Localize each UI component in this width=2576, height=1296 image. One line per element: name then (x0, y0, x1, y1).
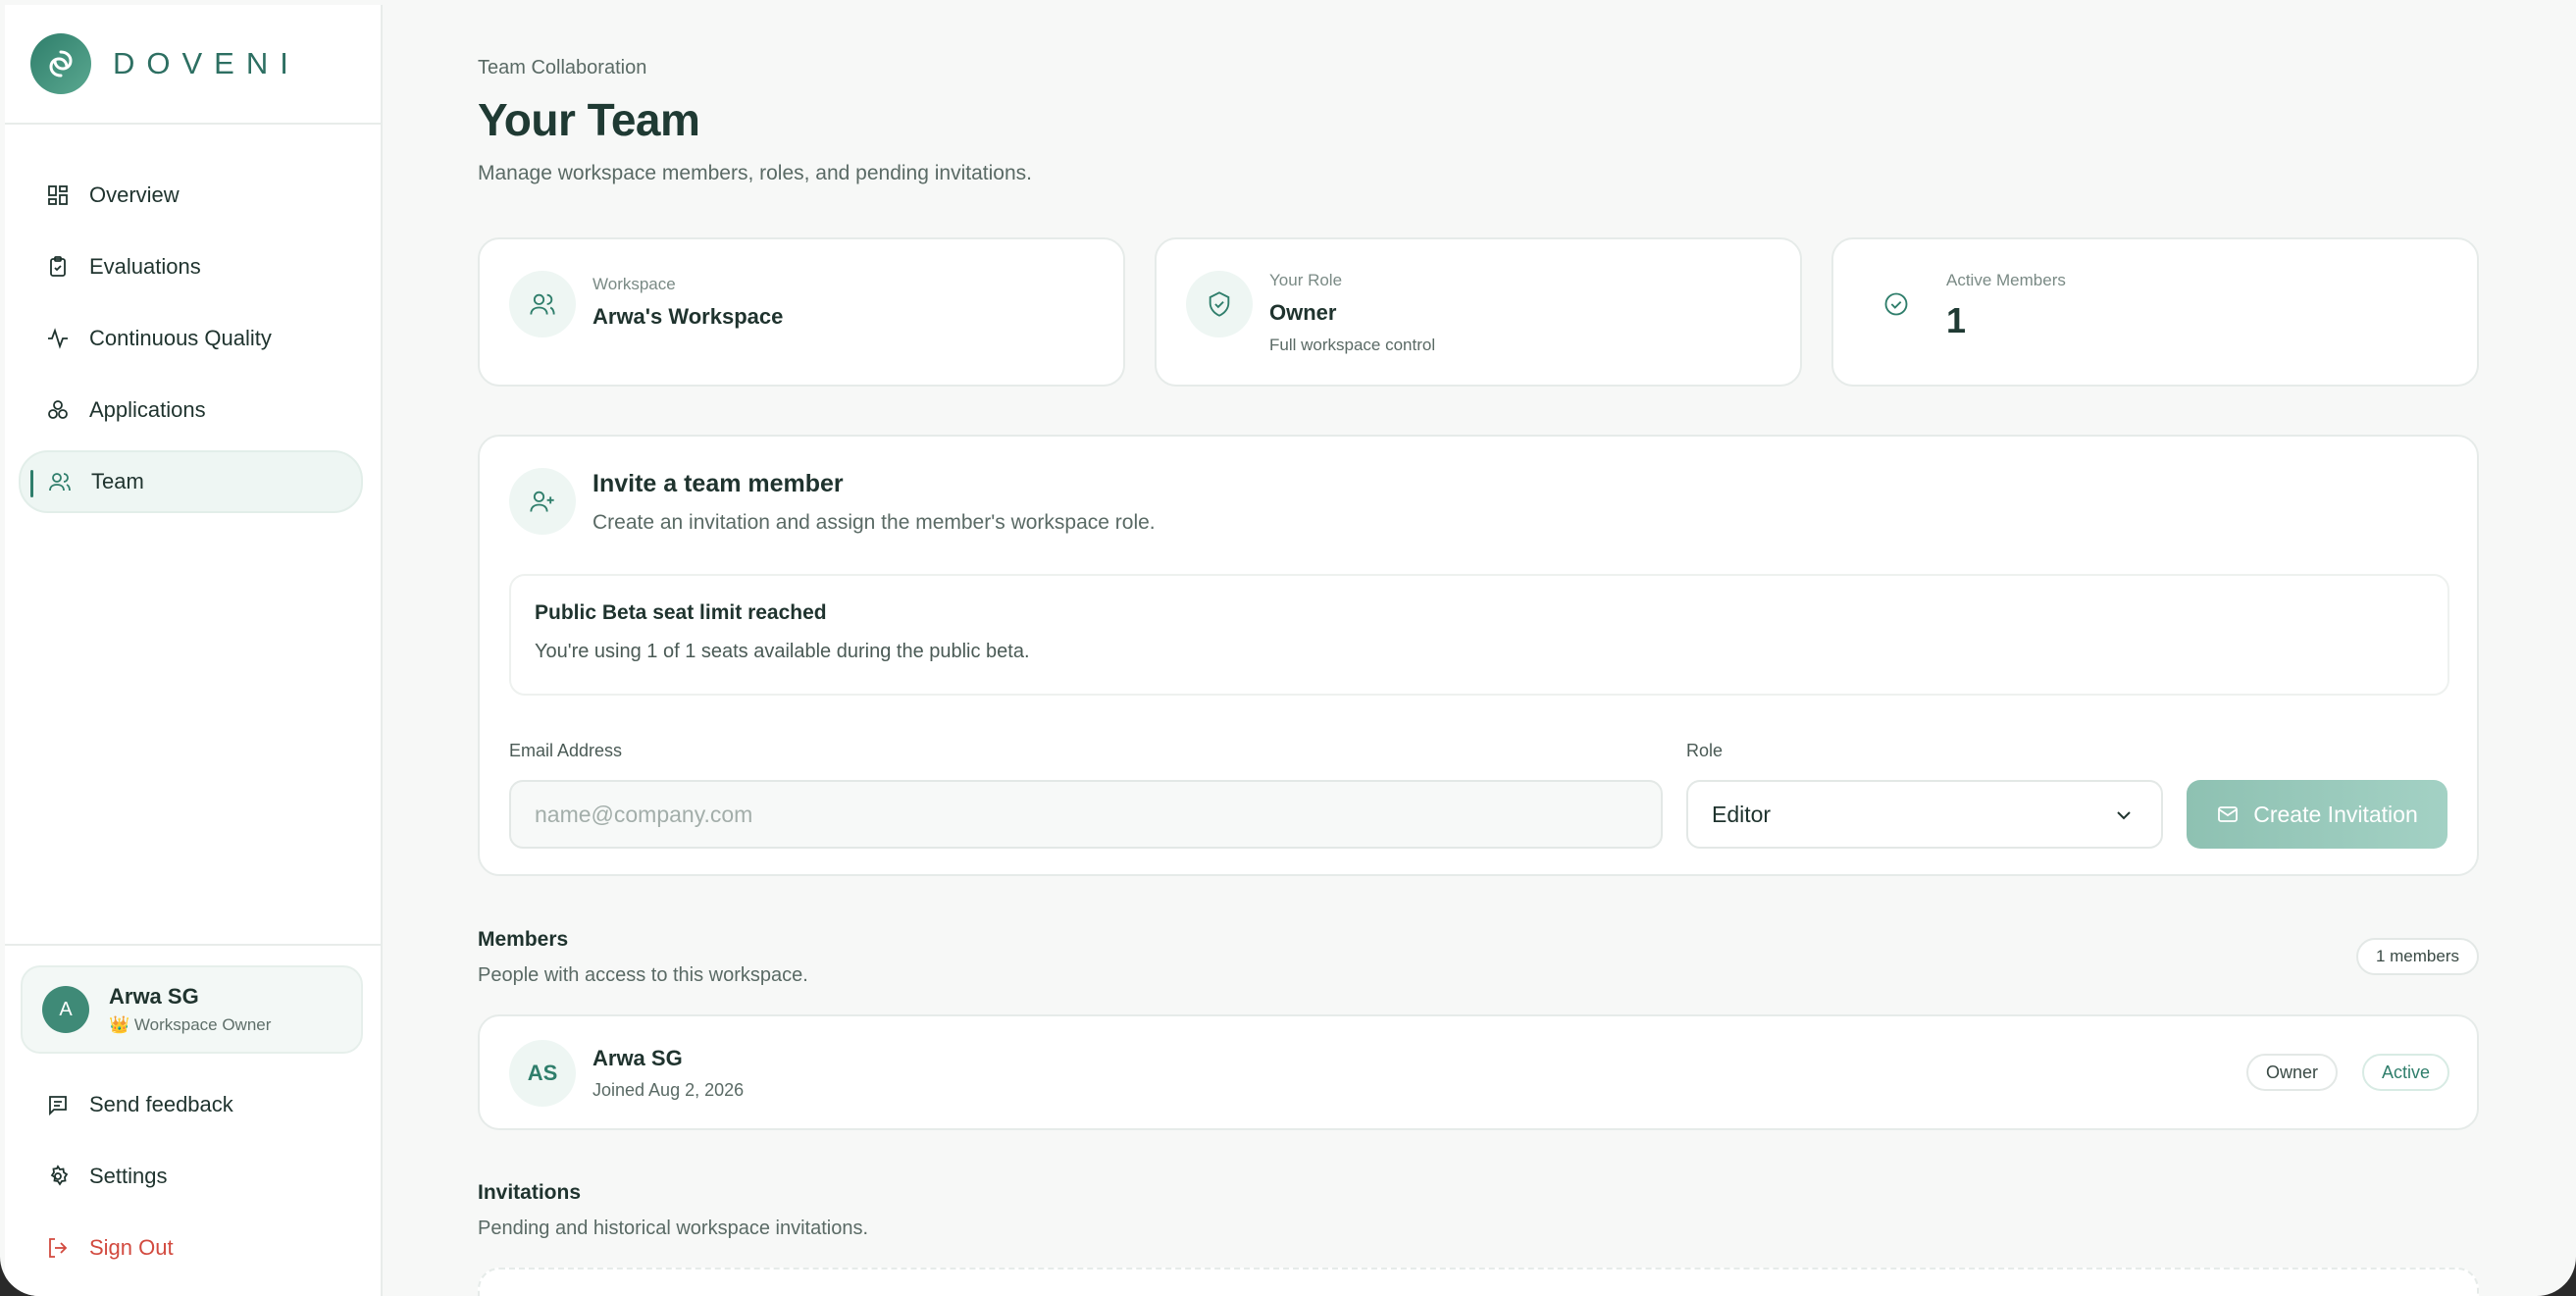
invitations-section-subtitle: Pending and historical workspace invitat… (478, 1218, 868, 1239)
role-select[interactable]: Editor (1686, 780, 2163, 849)
members-label: Active Members (1946, 271, 2066, 289)
members-section-title: Members (478, 928, 569, 951)
app-window: DOVENI Overview Evaluations Continuous Q… (0, 0, 2576, 1296)
workspace-label: Workspace (592, 275, 676, 293)
clipboard-check-icon (44, 253, 72, 281)
user-card[interactable]: A Arwa SG 👑 Workspace Owner (21, 965, 363, 1054)
settings-label: Settings (89, 1164, 168, 1188)
check-circle-icon (1863, 271, 1930, 337)
invite-subtitle: Create an invitation and assign the memb… (592, 511, 1156, 534)
page-subtitle: Manage workspace members, roles, and pen… (478, 162, 1032, 184)
email-field[interactable] (509, 780, 1663, 849)
invitations-card (478, 1268, 2479, 1296)
sidebar-item-evaluations[interactable]: Evaluations (19, 235, 363, 298)
member-name: Arwa SG (592, 1046, 683, 1070)
workspace-stat-card: Workspace Arwa's Workspace (478, 237, 1125, 387)
mail-icon (2216, 803, 2240, 826)
role-label: Your Role (1269, 271, 1343, 289)
user-name: Arwa SG (109, 984, 199, 1009)
gear-icon (44, 1163, 72, 1190)
members-stat-card: Active Members 1 (1831, 237, 2479, 387)
sidebar-item-label: Evaluations (89, 254, 201, 279)
sidebar-bottom-links: Send feedback Settings Sign Out (5, 1073, 381, 1279)
message-square-icon (44, 1091, 72, 1118)
sidebar-item-applications[interactable]: Applications (19, 379, 363, 441)
member-avatar: AS (509, 1040, 576, 1107)
invite-card: Invite a team member Create an invitatio… (478, 435, 2479, 876)
invite-title: Invite a team member (592, 470, 844, 497)
create-invitation-button[interactable]: Create Invitation (2187, 780, 2447, 849)
sidebar-nav: Overview Evaluations Continuous Quality … (5, 125, 381, 513)
sidebar-item-label: Applications (89, 397, 206, 422)
send-feedback-link[interactable]: Send feedback (19, 1073, 363, 1136)
create-invitation-label: Create Invitation (2253, 801, 2418, 827)
notice-title: Public Beta seat limit reached (535, 601, 827, 624)
sidebar-item-continuous-quality[interactable]: Continuous Quality (19, 307, 363, 370)
page-eyebrow: Team Collaboration (478, 57, 647, 78)
users-icon (509, 271, 576, 337)
users-icon (46, 468, 74, 495)
member-joined: Joined Aug 2, 2026 (592, 1080, 745, 1100)
logo-icon[interactable] (30, 33, 91, 94)
member-status-badge: Active (2361, 1054, 2449, 1091)
role-value: Owner (1269, 300, 1337, 325)
member-row[interactable]: AS Arwa SG Joined Aug 2, 2026 Owner Acti… (478, 1014, 2479, 1130)
sidebar-item-team[interactable]: Team (19, 450, 363, 513)
role-hint: Full workspace control (1269, 336, 1436, 354)
member-role-badge: Owner (2245, 1054, 2338, 1091)
user-role: 👑 Workspace Owner (109, 1015, 272, 1034)
sidebar-item-label: Team (91, 469, 144, 493)
role-stat-card: Your Role Owner Full workspace control (1155, 237, 1802, 387)
sidebar-footer: A Arwa SG 👑 Workspace Owner Send feedbac… (5, 944, 381, 1288)
page-title: Your Team (478, 94, 700, 145)
sidebar-item-label: Overview (89, 182, 180, 207)
sign-out-link[interactable]: Sign Out (19, 1217, 363, 1279)
brand-name: DOVENI (113, 46, 300, 80)
workspace-value: Arwa's Workspace (592, 304, 784, 329)
dashboard-icon (44, 181, 72, 209)
notice-body: You're using 1 of 1 seats available duri… (535, 641, 1030, 662)
sidebar: DOVENI Overview Evaluations Continuous Q… (5, 5, 383, 1296)
sidebar-item-label: Continuous Quality (89, 326, 272, 350)
sidebar-item-overview[interactable]: Overview (19, 164, 363, 227)
members-count-badge: 1 members (2355, 938, 2479, 975)
apps-icon (44, 396, 72, 424)
shield-check-icon (1186, 271, 1253, 337)
members-section-subtitle: People with access to this workspace. (478, 964, 808, 986)
invitations-section-title: Invitations (478, 1181, 582, 1204)
user-info: Arwa SG 👑 Workspace Owner (109, 984, 271, 1035)
role-field-label: Role (1686, 741, 1724, 760)
user-plus-icon (509, 468, 576, 535)
logo-area: DOVENI (5, 5, 381, 125)
sign-out-icon (44, 1234, 72, 1262)
sign-out-label: Sign Out (89, 1235, 174, 1260)
send-feedback-label: Send feedback (89, 1092, 233, 1116)
role-select-value: Editor (1712, 801, 1772, 827)
email-label: Email Address (509, 741, 623, 760)
activity-icon (44, 325, 72, 352)
chevron-down-icon (2112, 804, 2136, 833)
avatar: A (42, 986, 89, 1033)
members-value: 1 (1946, 300, 1967, 340)
settings-link[interactable]: Settings (19, 1145, 363, 1208)
seat-limit-notice: Public Beta seat limit reached You're us… (509, 574, 2449, 696)
